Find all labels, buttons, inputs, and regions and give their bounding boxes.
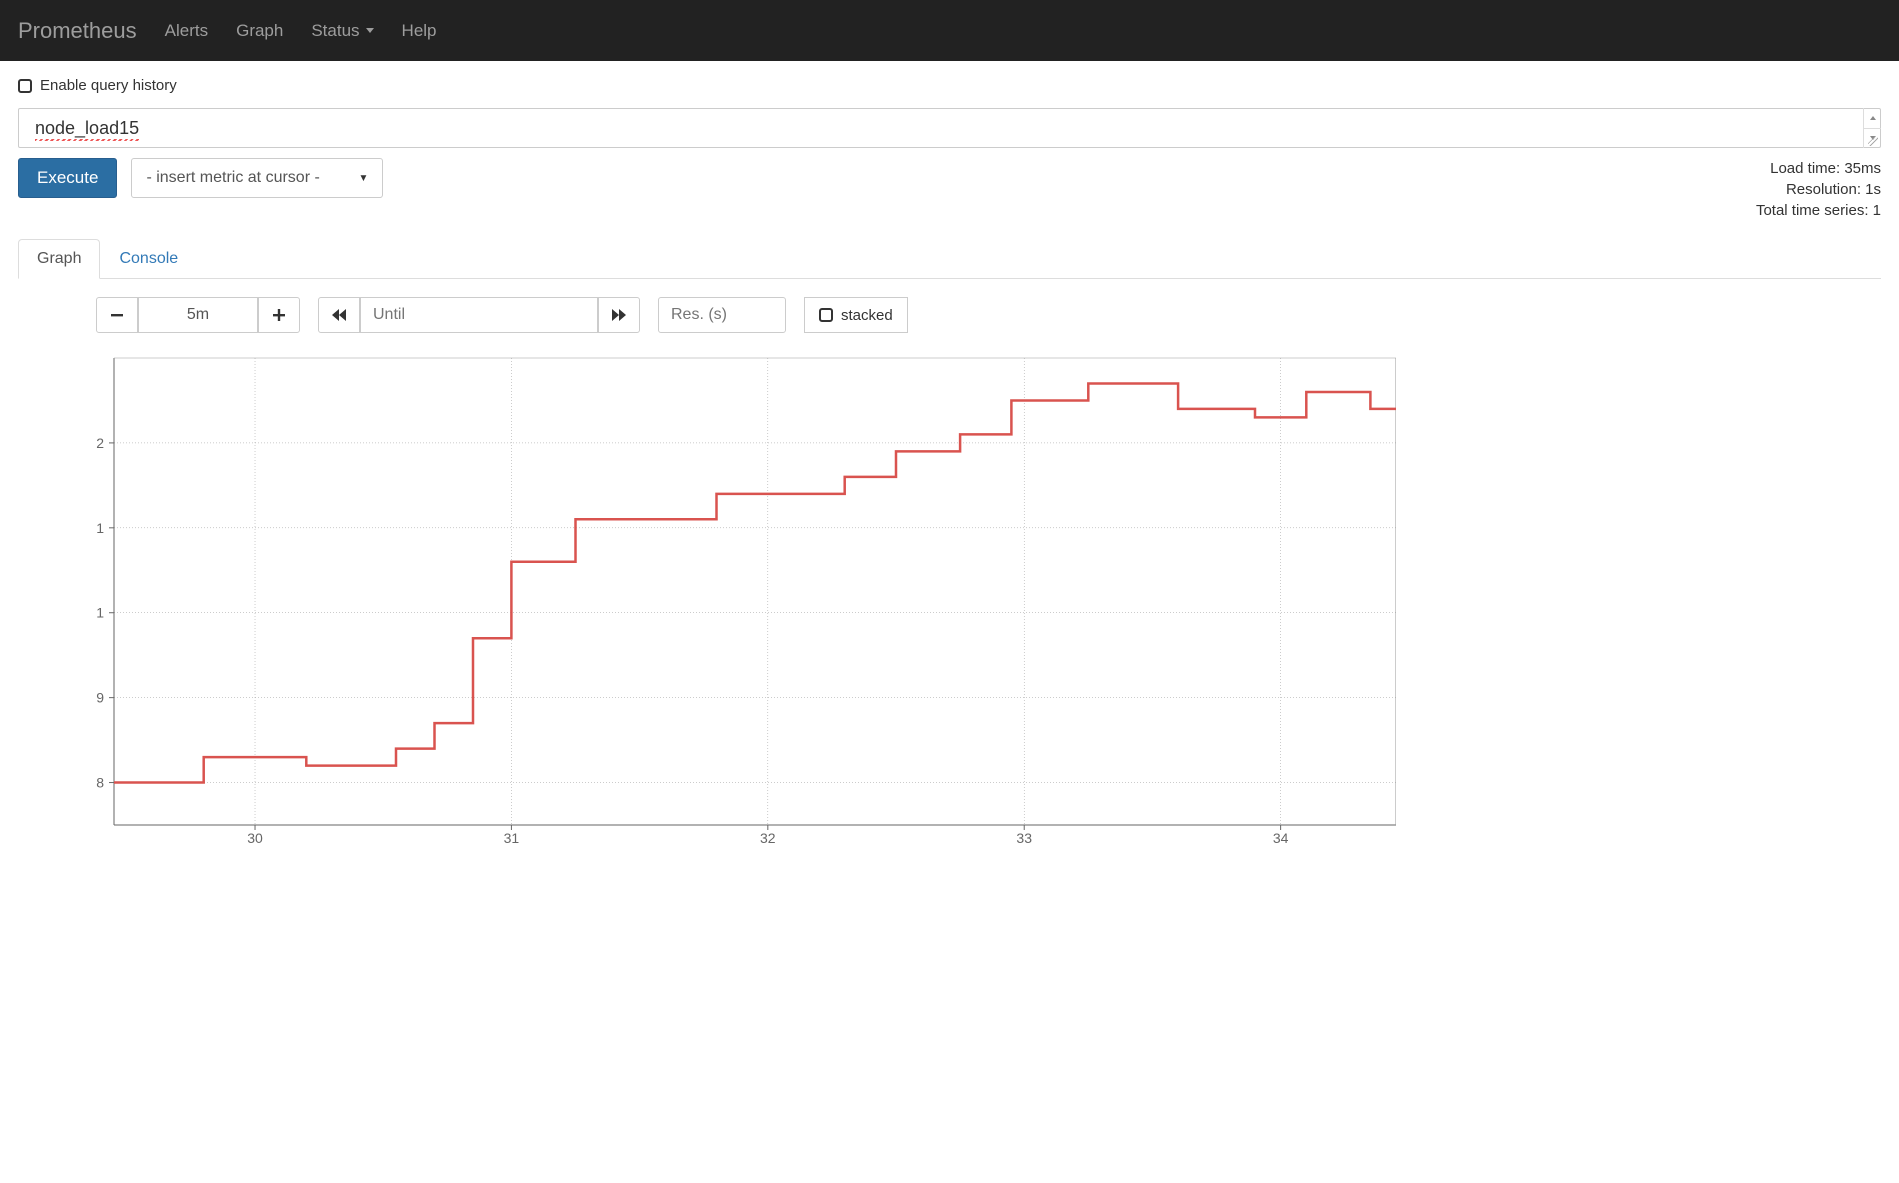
minus-icon bbox=[110, 308, 124, 322]
nav-graph[interactable]: Graph bbox=[236, 21, 283, 41]
range-group: 5m bbox=[96, 297, 300, 333]
stat-total-series: Total time series: 1 bbox=[1756, 200, 1881, 221]
nav-status-label: Status bbox=[311, 21, 359, 41]
stacked-label: stacked bbox=[841, 307, 893, 324]
until-input[interactable] bbox=[360, 297, 598, 333]
stacked-toggle[interactable]: stacked bbox=[804, 297, 908, 333]
brand: Prometheus bbox=[18, 18, 137, 44]
navbar: Prometheus Alerts Graph Status Help bbox=[0, 0, 1899, 61]
tab-graph[interactable]: Graph bbox=[18, 239, 100, 279]
query-stats: Load time: 35ms Resolution: 1s Total tim… bbox=[1756, 158, 1881, 221]
execute-button[interactable]: Execute bbox=[18, 158, 117, 198]
svg-text:33: 33 bbox=[1016, 830, 1032, 845]
resize-handle-icon[interactable] bbox=[1868, 136, 1878, 146]
range-decrease-button[interactable] bbox=[96, 297, 138, 333]
forward-icon bbox=[611, 308, 627, 322]
stat-resolution: Resolution: 1s bbox=[1756, 179, 1881, 200]
svg-text:31: 31 bbox=[504, 830, 520, 845]
resolution-input[interactable] bbox=[658, 297, 786, 333]
svg-text:1: 1 bbox=[96, 605, 104, 621]
range-increase-button[interactable] bbox=[258, 297, 300, 333]
nav-help[interactable]: Help bbox=[402, 21, 437, 41]
nav-status[interactable]: Status bbox=[311, 21, 373, 41]
result-tabs: Graph Console bbox=[18, 239, 1881, 279]
graph-chart[interactable]: 0.8 0.9 1 1.1 1.2 30 31 32 33 34 bbox=[96, 355, 1881, 845]
svg-text:0.9: 0.9 bbox=[96, 690, 104, 706]
range-input[interactable]: 5m bbox=[138, 297, 258, 333]
svg-text:1.1: 1.1 bbox=[96, 520, 104, 536]
tab-console[interactable]: Console bbox=[100, 239, 197, 279]
svg-text:34: 34 bbox=[1273, 830, 1289, 845]
chart-svg: 0.8 0.9 1 1.1 1.2 30 31 32 33 34 bbox=[96, 355, 1396, 845]
until-group bbox=[318, 297, 640, 333]
enable-history-checkbox[interactable]: Enable query history bbox=[18, 77, 1881, 94]
metric-select-label: - insert metric at cursor - bbox=[146, 169, 319, 187]
checkbox-icon bbox=[819, 308, 833, 322]
svg-text:30: 30 bbox=[247, 830, 263, 845]
enable-history-label: Enable query history bbox=[40, 77, 177, 94]
time-back-button[interactable] bbox=[318, 297, 360, 333]
metric-select[interactable]: - insert metric at cursor - ▼ bbox=[131, 158, 383, 198]
svg-text:1.2: 1.2 bbox=[96, 435, 104, 451]
query-input[interactable]: node_load15 bbox=[18, 108, 1881, 148]
time-forward-button[interactable] bbox=[598, 297, 640, 333]
chevron-down-icon: ▼ bbox=[359, 173, 369, 184]
checkbox-icon bbox=[18, 79, 32, 93]
stat-load-time: Load time: 35ms bbox=[1756, 158, 1881, 179]
chevron-up-icon bbox=[1870, 116, 1876, 120]
plus-icon bbox=[272, 308, 286, 322]
svg-text:32: 32 bbox=[760, 830, 776, 845]
nav-alerts[interactable]: Alerts bbox=[165, 21, 208, 41]
rewind-icon bbox=[331, 308, 347, 322]
query-text: node_load15 bbox=[35, 118, 139, 139]
svg-text:0.8: 0.8 bbox=[96, 775, 104, 791]
chevron-down-icon bbox=[366, 28, 374, 33]
